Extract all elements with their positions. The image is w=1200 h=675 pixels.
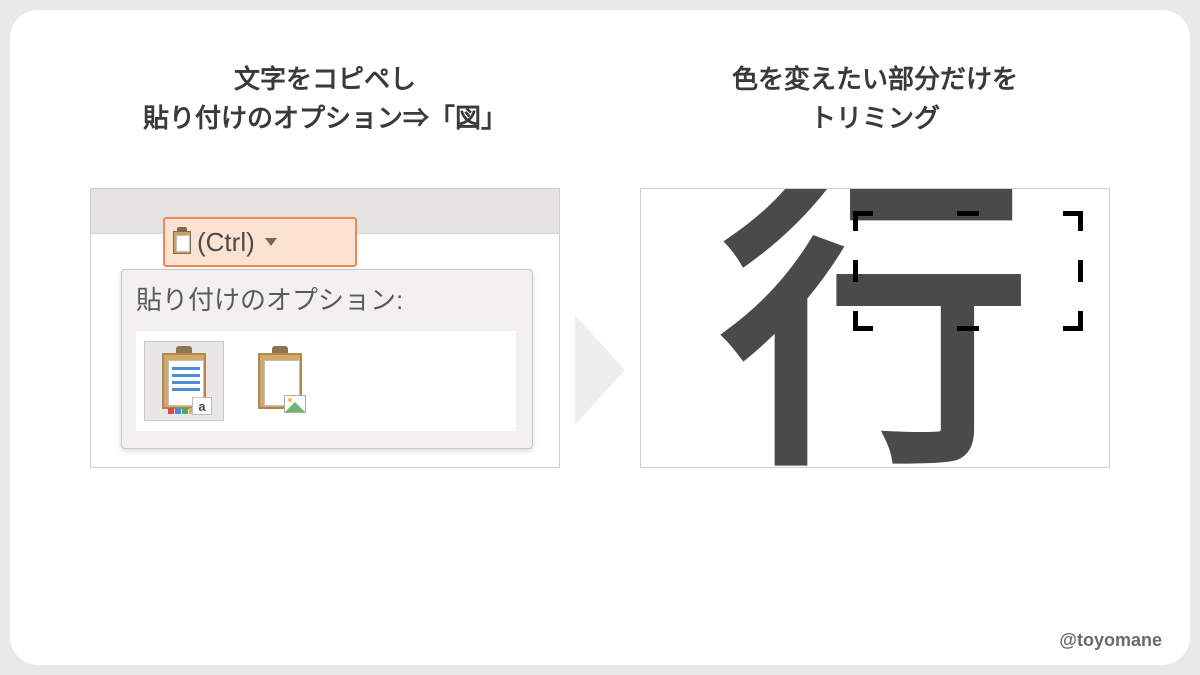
crop-handle-bl[interactable] — [853, 311, 873, 331]
crop-screenshot: 行 — [640, 188, 1110, 468]
paste-options-screenshot: (Ctrl) 貼り付けのオプション: — [90, 188, 560, 468]
left-column: 文字をコピペし 貼り付けのオプション⇒「図」 (Ctrl) 貼り付けのオプション… — [70, 60, 580, 615]
crop-handle-left[interactable] — [853, 260, 858, 282]
crop-handle-tl[interactable] — [853, 211, 873, 231]
right-heading-line2: トリミング — [810, 103, 940, 133]
right-heading-line1: 色を変えたい部分だけを — [732, 64, 1018, 94]
paste-keep-source-formatting-button[interactable]: a — [144, 341, 224, 421]
arrow-right-icon — [575, 315, 625, 425]
paste-ctrl-button[interactable]: (Ctrl) — [163, 217, 357, 267]
paste-as-picture-button[interactable] — [240, 341, 320, 421]
image-thumb-icon — [284, 395, 306, 413]
watermark: @toyomane — [1059, 630, 1162, 651]
popup-title: 貼り付けのオプション: — [136, 280, 518, 317]
tutorial-card: 文字をコピペし 貼り付けのオプション⇒「図」 (Ctrl) 貼り付けのオプション… — [10, 10, 1190, 665]
crop-handle-top[interactable] — [957, 211, 979, 216]
left-heading-line1: 文字をコピペし — [234, 64, 416, 94]
glyph-wrap: 行 — [641, 189, 1109, 467]
paste-options-popup: 貼り付けのオプション: — [121, 269, 533, 449]
crop-handle-bottom[interactable] — [957, 326, 979, 331]
crop-handle-tr[interactable] — [1063, 211, 1083, 231]
clipboard-text-icon: a — [160, 351, 208, 411]
crop-selection[interactable] — [853, 211, 1083, 331]
left-heading-line2: 貼り付けのオプション⇒「図」 — [143, 103, 507, 133]
paste-options-row: a — [136, 331, 516, 431]
letter-badge: a — [192, 397, 212, 415]
crop-handle-right[interactable] — [1078, 260, 1083, 282]
clipboard-picture-icon — [256, 351, 304, 411]
clipboard-icon — [173, 230, 191, 254]
left-heading: 文字をコピペし 貼り付けのオプション⇒「図」 — [143, 60, 507, 138]
right-heading: 色を変えたい部分だけを トリミング — [732, 60, 1018, 138]
ctrl-label: (Ctrl) — [197, 227, 255, 258]
right-column: 色を変えたい部分だけを トリミング 行 — [620, 60, 1130, 615]
chevron-down-icon — [265, 238, 277, 246]
crop-handle-br[interactable] — [1063, 311, 1083, 331]
